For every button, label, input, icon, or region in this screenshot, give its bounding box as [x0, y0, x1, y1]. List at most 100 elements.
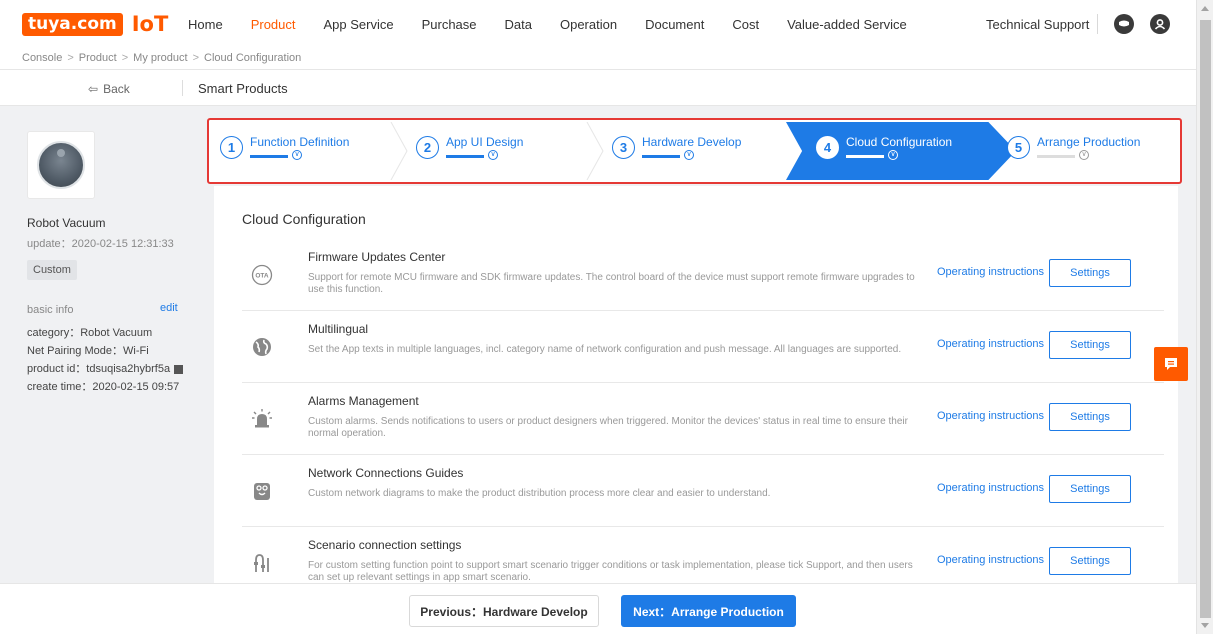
step-cloud-configuration[interactable]: 4 Cloud Configuration ∨	[799, 122, 999, 178]
step-number: 1	[220, 136, 243, 159]
feature-alarms-management: Alarms Management Custom alarms. Sends n…	[242, 383, 1164, 455]
page-scrollbar[interactable]	[1196, 0, 1213, 634]
header-divider	[1097, 14, 1098, 34]
product-category: category：Robot Vacuum	[27, 327, 153, 339]
settings-button[interactable]: Settings	[1049, 475, 1131, 503]
step-navigation-footer: Previous：Hardware Develop Next：Arrange P…	[0, 583, 1196, 634]
operating-instructions-link[interactable]: Operating instructions	[937, 410, 1044, 422]
feedback-chat-icon[interactable]	[1154, 347, 1188, 381]
feature-description: Custom network diagrams to make the prod…	[308, 488, 771, 499]
step-progress-bar	[846, 155, 884, 158]
product-id: product id：tdsuqisa2hybrf5a	[27, 363, 171, 375]
breadcrumb-separator: >	[67, 52, 74, 64]
sub-header: ⇦ Back Smart Products	[0, 70, 1196, 106]
step-function-definition[interactable]: 1 Function Definition ∨	[209, 122, 389, 178]
product-info-panel: Robot Vacuum update：2020-02-15 12:31:33 …	[0, 107, 195, 583]
breadcrumb-separator: >	[192, 52, 200, 64]
feature-description: Support for remote MCU firmware and SDK …	[308, 272, 915, 295]
top-header: tuya.com IoT Home Product App Service Pu…	[0, 0, 1196, 70]
operating-instructions-link[interactable]: Operating instructions	[937, 338, 1044, 350]
feature-title: Alarms Management	[308, 394, 419, 408]
breadcrumb-product[interactable]: Product	[79, 52, 117, 64]
product-id-row: product id：tdsuqisa2hybrf5a	[27, 360, 184, 376]
nav-home[interactable]: Home	[188, 17, 223, 32]
product-create-time: create time：2020-02-15 09:57	[27, 381, 180, 393]
chevron-down-icon: ∨	[292, 150, 302, 160]
alarm-icon	[248, 405, 276, 433]
step-label: App UI Design	[446, 135, 524, 149]
operating-instructions-link[interactable]: Operating instructions	[937, 266, 1044, 278]
technical-support-link[interactable]: Technical Support	[986, 17, 1089, 32]
settings-button[interactable]: Settings	[1049, 259, 1131, 287]
section-title: Cloud Configuration	[242, 211, 366, 227]
product-pairing-mode: Net Pairing Mode：Wi-Fi	[27, 345, 149, 357]
nav-data[interactable]: Data	[505, 17, 532, 32]
chevron-down-icon: ∨	[1079, 150, 1089, 160]
step-label: Hardware Develop	[642, 135, 742, 149]
product-name: Robot Vacuum	[27, 216, 106, 230]
feature-description: Custom alarms. Sends notifications to us…	[308, 416, 908, 439]
scrollbar-thumb[interactable]	[1200, 20, 1211, 618]
breadcrumb-separator: >	[121, 52, 129, 64]
chevron-down-icon: ∨	[888, 150, 898, 160]
globe-icon	[248, 333, 276, 361]
product-type-tag: Custom	[27, 260, 77, 280]
chevron-down-icon: ∨	[684, 150, 694, 160]
feature-firmware-updates: OTA Firmware Updates Center Support for …	[242, 239, 1164, 311]
breadcrumb-cloud-configuration: Cloud Configuration	[204, 52, 302, 64]
back-button[interactable]: ⇦ Back	[88, 82, 130, 96]
network-guide-icon	[248, 477, 276, 505]
logo-product: IoT	[131, 12, 169, 36]
scroll-up-arrow-icon[interactable]	[1201, 6, 1209, 11]
product-update-time: update：2020-02-15 12:31:33	[27, 238, 174, 250]
feature-title: Firmware Updates Center	[308, 250, 446, 264]
robot-vacuum-image	[37, 141, 85, 189]
edit-link[interactable]: edit	[160, 302, 178, 314]
nav-app-service[interactable]: App Service	[324, 17, 394, 32]
user-icon[interactable]	[1150, 14, 1170, 34]
scenario-icon	[248, 549, 276, 577]
nav-document[interactable]: Document	[645, 17, 704, 32]
step-app-ui-design[interactable]: 2 App UI Design ∨	[405, 122, 585, 178]
chevron-down-icon: ∨	[488, 150, 498, 160]
step-progress-bar	[250, 155, 288, 158]
nav-purchase[interactable]: Purchase	[422, 17, 477, 32]
tuya-logo[interactable]: tuya.com IoT	[22, 12, 168, 36]
settings-button[interactable]: Settings	[1049, 331, 1131, 359]
breadcrumb-console[interactable]: Console	[22, 52, 62, 64]
copy-icon[interactable]	[174, 364, 184, 374]
nav-operation[interactable]: Operation	[560, 17, 617, 32]
step-progress-bar	[446, 155, 484, 158]
step-hardware-develop[interactable]: 3 Hardware Develop ∨	[601, 122, 781, 178]
page-title: Smart Products	[198, 81, 288, 96]
basic-info-label: basic info	[27, 304, 74, 316]
progress-steps: 1 Function Definition ∨ 2 App UI Design …	[207, 118, 1182, 184]
message-icon[interactable]	[1114, 14, 1134, 34]
breadcrumb: Console > Product > My product > Cloud Conf…	[22, 52, 301, 64]
step-number: 5	[1007, 136, 1030, 159]
settings-button[interactable]: Settings	[1049, 547, 1131, 575]
operating-instructions-link[interactable]: Operating instructions	[937, 482, 1044, 494]
logo-brand: tuya.com	[22, 12, 123, 36]
feature-description: For custom setting function point to sup…	[308, 560, 913, 583]
previous-step-button[interactable]: Previous：Hardware Develop	[409, 595, 599, 627]
feature-multilingual: Multilingual Set the App texts in multip…	[242, 311, 1164, 383]
step-label: Cloud Configuration	[846, 135, 953, 149]
breadcrumb-my-product[interactable]: My product	[133, 52, 187, 64]
svg-text:OTA: OTA	[255, 273, 269, 280]
operating-instructions-link[interactable]: Operating instructions	[937, 554, 1044, 566]
feature-description: Set the App texts in multiple languages,…	[308, 344, 902, 355]
step-number: 2	[416, 136, 439, 159]
nav-cost[interactable]: Cost	[732, 17, 759, 32]
feature-title: Multilingual	[308, 322, 369, 336]
step-label: Function Definition	[250, 135, 350, 149]
step-arrange-production[interactable]: 5 Arrange Production ∨	[999, 122, 1179, 178]
scroll-down-arrow-icon[interactable]	[1201, 623, 1209, 628]
next-step-button[interactable]: Next：Arrange Production	[621, 595, 796, 627]
feature-title: Network Connections Guides	[308, 466, 464, 480]
nav-product[interactable]: Product	[251, 17, 296, 32]
nav-value-added-service[interactable]: Value-added Service	[787, 17, 907, 32]
feature-network-connections-guides: Network Connections Guides Custom networ…	[242, 455, 1164, 527]
cloud-configuration-panel: Cloud Configuration OTA Firmware Updates…	[214, 186, 1178, 583]
settings-button[interactable]: Settings	[1049, 403, 1131, 431]
